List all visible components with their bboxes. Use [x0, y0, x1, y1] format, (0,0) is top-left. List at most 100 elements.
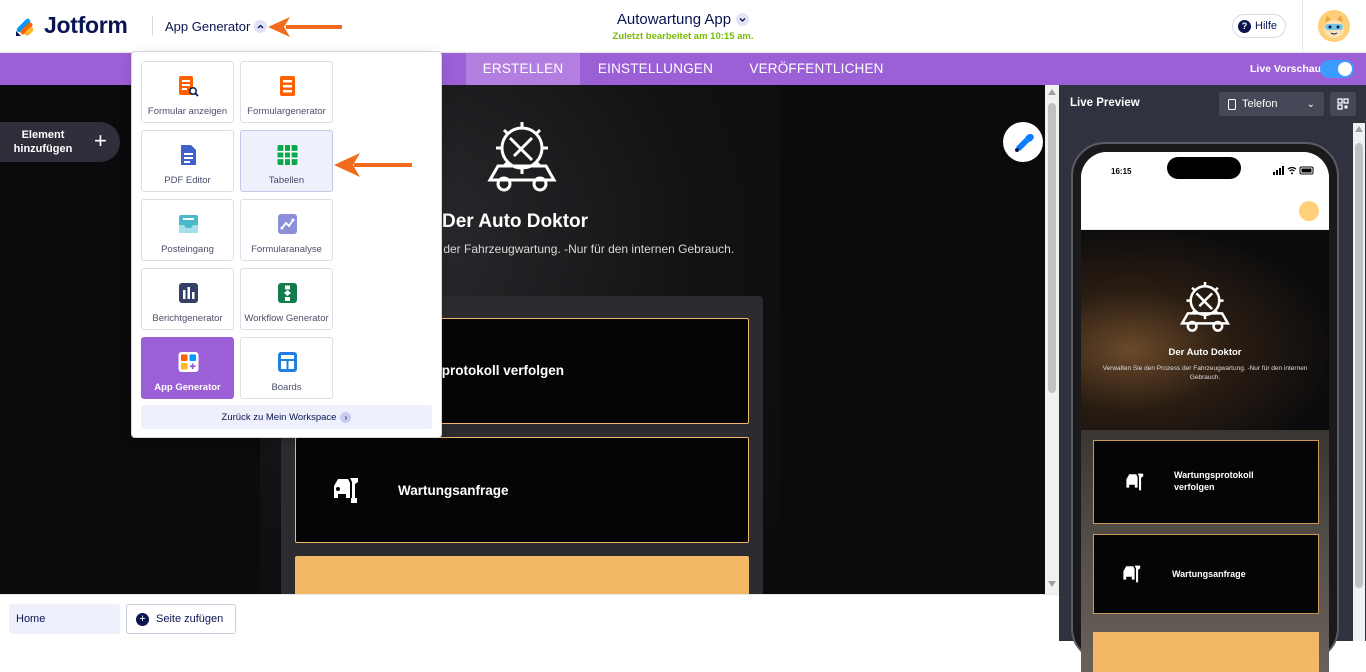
live-preview-toggle-label: Live Vorschau — [1250, 63, 1321, 75]
report-icon — [179, 283, 198, 303]
card-label: gsprotokoll verfolgen — [426, 363, 565, 378]
scroll-up-icon — [1355, 126, 1363, 132]
status-icons — [1273, 166, 1314, 175]
qr-code-button[interactable] — [1330, 92, 1356, 116]
car-repair-logo-icon — [487, 122, 557, 192]
scrollbar-thumb[interactable] — [1048, 103, 1056, 393]
phone-icon — [1228, 98, 1236, 110]
menu-item-label: Workflow Generator — [244, 313, 329, 324]
page-tab-home[interactable]: Home — [9, 604, 120, 634]
add-page-button[interactable]: + Seite zufügen — [126, 604, 236, 634]
pages-bar: Home + Seite zufügen — [0, 594, 1059, 641]
card-label: Wartungsprotokoll verfolgen — [1174, 470, 1254, 492]
help-icon: ? — [1238, 19, 1251, 33]
menu-item-formular-anzeigen[interactable]: Formular anzeigen — [141, 61, 234, 123]
chevron-down-icon: ⌄ — [1306, 98, 1315, 110]
app-title[interactable]: Autowartung App — [616, 11, 750, 28]
menu-item-app-generator[interactable]: App Generator — [141, 337, 234, 399]
form-builder-icon — [280, 76, 295, 96]
preview-app-header — [1081, 190, 1329, 230]
chevron-down-icon — [736, 13, 750, 26]
preview-app-name: Der Auto Doktor — [1168, 347, 1242, 358]
preview-hero — [1081, 230, 1329, 430]
scroll-up-icon — [1048, 89, 1056, 95]
preview-app-description: Verwalten Sie den Prozess der Fahrzeugwa… — [1102, 365, 1308, 381]
card-placeholder[interactable] — [295, 556, 749, 594]
live-preview-toggle[interactable] — [1320, 60, 1354, 78]
form-view-icon — [179, 76, 199, 97]
add-page-label: Seite zufügen — [156, 613, 224, 625]
boards-icon — [278, 352, 297, 372]
status-time: 16:15 — [1111, 167, 1132, 176]
card-wartungsanfrage[interactable]: Wartungsanfrage — [295, 437, 749, 543]
user-avatar-icon — [1318, 10, 1350, 42]
top-bar: Jotform App Generator Autowartung App Zu… — [0, 0, 1366, 53]
menu-item-label: Berichtgenerator — [152, 313, 223, 324]
tab-einstellungen[interactable]: EINSTELLUNGEN — [580, 53, 731, 85]
menu-item-label: Boards — [271, 382, 302, 393]
car-wrench-icon — [1126, 473, 1144, 491]
qr-code-icon — [1337, 98, 1349, 110]
menu-item-formularanalyse[interactable]: Formularanalyse — [240, 199, 333, 261]
product-menu: Formular anzeigen Formulargenerator PDF … — [131, 51, 442, 438]
menu-item-boards[interactable]: Boards — [240, 337, 333, 399]
phone-screen: 16:15 Der Auto Doktor Verwalten Sie den … — [1081, 152, 1329, 672]
menu-item-workflow-generator[interactable]: Workflow Generator — [240, 268, 333, 330]
tab-erstellen[interactable]: ERSTELLEN — [466, 53, 580, 85]
avatar[interactable] — [1299, 201, 1319, 221]
menu-item-formulargenerator[interactable]: Formulargenerator — [240, 61, 333, 123]
device-select[interactable]: Telefon ⌄ — [1219, 92, 1324, 116]
menu-item-label: App Generator — [154, 382, 221, 393]
status-bar: 16:15 — [1081, 152, 1329, 190]
menu-item-label: Formulargenerator — [247, 106, 326, 117]
back-to-workspace-button[interactable]: Zurück zu Mein Workspace › — [141, 405, 432, 429]
add-element-label: Element hinzufügen — [13, 129, 73, 155]
menu-item-posteingang[interactable]: Posteingang — [141, 199, 234, 261]
preview-scrollbar[interactable] — [1353, 123, 1365, 641]
menu-item-label: Tabellen — [268, 175, 305, 186]
menu-item-label: Formular anzeigen — [147, 106, 228, 117]
canvas-scrollbar[interactable] — [1045, 85, 1059, 594]
live-preview-title: Live Preview — [1070, 97, 1140, 109]
analytics-icon — [278, 214, 297, 234]
card-label: Wartungsanfrage — [1172, 569, 1246, 579]
workflow-icon — [278, 283, 297, 303]
menu-item-label: Posteingang — [161, 244, 214, 255]
tables-icon — [277, 145, 298, 165]
inbox-icon — [179, 215, 198, 233]
app-title-block: Autowartung App Zuletzt bearbeitet am 10… — [0, 11, 1366, 42]
back-to-workspace-label: Zurück zu Mein Workspace — [221, 411, 337, 423]
app-name-heading[interactable]: Der Auto Doktor — [442, 211, 588, 233]
menu-item-tabellen[interactable]: Tabellen — [240, 130, 333, 192]
car-wrench-icon — [334, 478, 358, 503]
preview-card-wartungsprotokoll[interactable]: Wartungsprotokoll verfolgen — [1093, 440, 1319, 524]
app-icon — [178, 352, 199, 372]
paint-roller-icon — [1015, 134, 1034, 152]
menu-item-berichtgenerator[interactable]: Berichtgenerator — [141, 268, 234, 330]
last-edited-text: Zuletzt bearbeitet am 10:15 am. — [612, 31, 754, 42]
menu-item-label: Formularanalyse — [251, 244, 322, 255]
app-title-text: Autowartung App — [616, 11, 732, 28]
help-label: Hilfe — [1255, 20, 1278, 32]
app-description[interactable]: s der Fahrzeugwartung. -Nur für den inte… — [434, 242, 734, 256]
preview-card-placeholder[interactable] — [1093, 632, 1319, 672]
avatar[interactable] — [1318, 10, 1350, 42]
menu-item-pdf-editor[interactable]: PDF Editor — [141, 130, 234, 192]
scrollbar-thumb[interactable] — [1355, 143, 1363, 588]
car-repair-logo-icon — [1179, 282, 1231, 332]
toggle-knob — [1338, 62, 1352, 76]
tab-veroeffentlichen[interactable]: VERÖFFENTLICHEN — [731, 53, 902, 85]
plus-icon: + — [94, 128, 107, 153]
card-label: Wartungsanfrage — [398, 483, 509, 498]
divider — [1302, 0, 1303, 53]
annotation-arrow-icon — [334, 153, 412, 177]
preview-card-wartungsanfrage[interactable]: Wartungsanfrage — [1093, 534, 1319, 614]
add-element-button[interactable]: Element hinzufügen + — [0, 122, 120, 162]
live-preview-panel: Live Preview Telefon ⌄ 16:15 Der Auto Do… — [1059, 85, 1366, 672]
device-select-label: Telefon — [1242, 98, 1278, 110]
scroll-down-icon — [1048, 581, 1056, 587]
phone-frame: 16:15 Der Auto Doktor Verwalten Sie den … — [1071, 142, 1339, 672]
dynamic-island — [1167, 157, 1241, 179]
help-button[interactable]: ? Hilfe — [1232, 14, 1287, 38]
app-designer-button[interactable] — [1003, 122, 1043, 162]
